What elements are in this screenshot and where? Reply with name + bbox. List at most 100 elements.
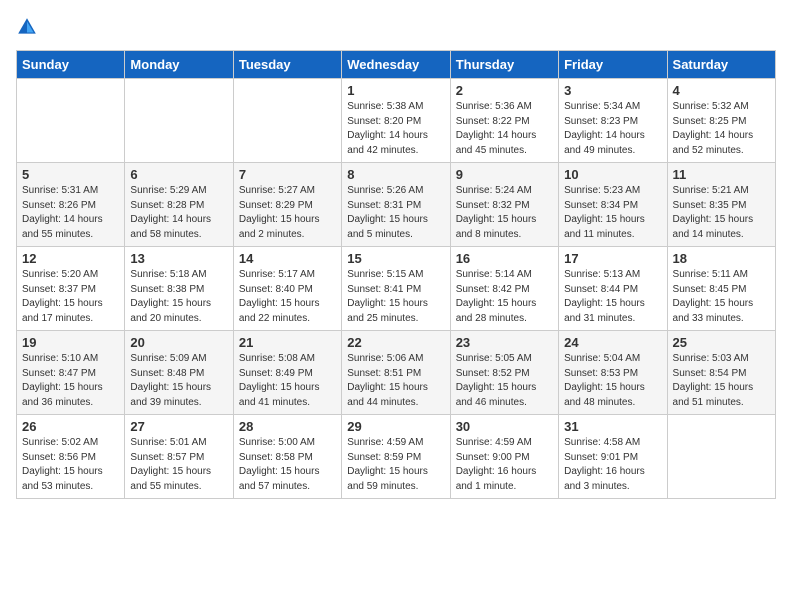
day-number: 29 (347, 419, 444, 434)
cell-info: Sunrise: 5:31 AM Sunset: 8:26 PM Dayligh… (22, 184, 119, 242)
cell-info: Sunrise: 5:08 AM Sunset: 8:49 PM Dayligh… (239, 352, 336, 410)
cell-info: Sunrise: 5:09 AM Sunset: 8:48 PM Dayligh… (130, 352, 227, 410)
col-header-wednesday: Wednesday (342, 51, 450, 79)
calendar-cell: 10Sunrise: 5:23 AM Sunset: 8:34 PM Dayli… (559, 163, 667, 247)
calendar-cell: 26 Sunrise: 5:02 AM Sunset: 8:56 PM Dayli… (17, 415, 125, 499)
cell-info: Sunrise: 5:11 AM Sunset: 8:45 PM Dayligh… (673, 268, 770, 326)
calendar-cell: 13 Sunrise: 5:18 AM Sunset: 8:38 PM Dayli… (125, 247, 233, 331)
day-number: 21 (239, 335, 336, 350)
cell-info: Sunrise: 5:38 AM Sunset: 8:20 PM Dayligh… (347, 100, 444, 158)
cell-info: Sunrise: 5:29 AM Sunset: 8:28 PM Dayligh… (130, 184, 227, 242)
calendar-week-2: 5 Sunrise: 5:31 AM Sunset: 8:26 PM Daylig… (17, 163, 776, 247)
calendar-cell (667, 415, 775, 499)
day-number: 22 (347, 335, 444, 350)
calendar-cell: 27 Sunrise: 5:01 AM Sunset: 8:57 PM Dayli… (125, 415, 233, 499)
calendar-cell: 23 Sunrise: 5:05 AM Sunset: 8:52 PM Dayli… (450, 331, 558, 415)
cell-info: Sunrise: 5:23 AM Sunset: 8:34 PM Dayligh… (564, 184, 661, 242)
col-header-thursday: Thursday (450, 51, 558, 79)
cell-info: Sunrise: 5:03 AM Sunset: 8:54 PM Dayligh… (673, 352, 770, 410)
calendar-cell: 20 Sunrise: 5:09 AM Sunset: 8:48 PM Dayli… (125, 331, 233, 415)
calendar-cell (125, 79, 233, 163)
cell-info: Sunrise: 5:10 AM Sunset: 8:47 PM Dayligh… (22, 352, 119, 410)
calendar-cell: 14 Sunrise: 5:17 AM Sunset: 8:40 PM Dayli… (233, 247, 341, 331)
cell-info: Sunrise: 5:17 AM Sunset: 8:40 PM Dayligh… (239, 268, 336, 326)
day-number: 30 (456, 419, 553, 434)
day-number: 16 (456, 251, 553, 266)
cell-info: Sunrise: 5:13 AM Sunset: 8:44 PM Dayligh… (564, 268, 661, 326)
cell-info: Sunrise: 5:21 AM Sunset: 8:35 PM Dayligh… (673, 184, 770, 242)
day-number: 27 (130, 419, 227, 434)
calendar-cell: 12 Sunrise: 5:20 AM Sunset: 8:37 PM Dayli… (17, 247, 125, 331)
day-number: 7 (239, 167, 336, 182)
day-number: 6 (130, 167, 227, 182)
cell-info: Sunrise: 5:05 AM Sunset: 8:52 PM Dayligh… (456, 352, 553, 410)
calendar-cell: 22 Sunrise: 5:06 AM Sunset: 8:51 PM Dayli… (342, 331, 450, 415)
cell-info: Sunrise: 5:20 AM Sunset: 8:37 PM Dayligh… (22, 268, 119, 326)
calendar-cell: 6 Sunrise: 5:29 AM Sunset: 8:28 PM Daylig… (125, 163, 233, 247)
day-number: 19 (22, 335, 119, 350)
calendar-cell: 7Sunrise: 5:27 AM Sunset: 8:29 PM Daylig… (233, 163, 341, 247)
cell-info: Sunrise: 5:32 AM Sunset: 8:25 PM Dayligh… (673, 100, 770, 158)
day-number: 26 (22, 419, 119, 434)
calendar-cell: 29 Sunrise: 4:59 AM Sunset: 8:59 PM Dayli… (342, 415, 450, 499)
col-header-saturday: Saturday (667, 51, 775, 79)
day-number: 23 (456, 335, 553, 350)
cell-info: Sunrise: 5:15 AM Sunset: 8:41 PM Dayligh… (347, 268, 444, 326)
day-number: 13 (130, 251, 227, 266)
calendar-week-4: 19 Sunrise: 5:10 AM Sunset: 8:47 PM Dayli… (17, 331, 776, 415)
cell-info: Sunrise: 4:58 AM Sunset: 9:01 PM Dayligh… (564, 436, 661, 494)
day-number: 28 (239, 419, 336, 434)
day-number: 8 (347, 167, 444, 182)
cell-info: Sunrise: 5:06 AM Sunset: 8:51 PM Dayligh… (347, 352, 444, 410)
calendar-cell: 18 Sunrise: 5:11 AM Sunset: 8:45 PM Dayli… (667, 247, 775, 331)
cell-info: Sunrise: 4:59 AM Sunset: 8:59 PM Dayligh… (347, 436, 444, 494)
calendar-week-1: 1 Sunrise: 5:38 AM Sunset: 8:20 PM Daylig… (17, 79, 776, 163)
col-header-friday: Friday (559, 51, 667, 79)
cell-info: Sunrise: 5:26 AM Sunset: 8:31 PM Dayligh… (347, 184, 444, 242)
day-number: 15 (347, 251, 444, 266)
day-number: 17 (564, 251, 661, 266)
calendar-cell: 19 Sunrise: 5:10 AM Sunset: 8:47 PM Dayli… (17, 331, 125, 415)
col-header-tuesday: Tuesday (233, 51, 341, 79)
calendar-cell: 17 Sunrise: 5:13 AM Sunset: 8:44 PM Dayli… (559, 247, 667, 331)
calendar-cell: 15 Sunrise: 5:15 AM Sunset: 8:41 PM Dayli… (342, 247, 450, 331)
calendar-cell: 24Sunrise: 5:04 AM Sunset: 8:53 PM Dayli… (559, 331, 667, 415)
cell-info: Sunrise: 5:18 AM Sunset: 8:38 PM Dayligh… (130, 268, 227, 326)
col-header-monday: Monday (125, 51, 233, 79)
logo-icon (16, 16, 38, 38)
day-number: 25 (673, 335, 770, 350)
day-number: 18 (673, 251, 770, 266)
day-number: 5 (22, 167, 119, 182)
calendar-cell: 16 Sunrise: 5:14 AM Sunset: 8:42 PM Dayli… (450, 247, 558, 331)
calendar-cell: 25 Sunrise: 5:03 AM Sunset: 8:54 PM Dayli… (667, 331, 775, 415)
calendar-cell: 11 Sunrise: 5:21 AM Sunset: 8:35 PM Dayli… (667, 163, 775, 247)
day-number: 12 (22, 251, 119, 266)
cell-info: Sunrise: 5:01 AM Sunset: 8:57 PM Dayligh… (130, 436, 227, 494)
day-number: 20 (130, 335, 227, 350)
logo (16, 16, 42, 38)
cell-info: Sunrise: 5:24 AM Sunset: 8:32 PM Dayligh… (456, 184, 553, 242)
calendar-cell (17, 79, 125, 163)
cell-info: Sunrise: 5:36 AM Sunset: 8:22 PM Dayligh… (456, 100, 553, 158)
calendar-cell: 8 Sunrise: 5:26 AM Sunset: 8:31 PM Daylig… (342, 163, 450, 247)
day-number: 2 (456, 83, 553, 98)
day-number: 11 (673, 167, 770, 182)
cell-info: Sunrise: 5:34 AM Sunset: 8:23 PM Dayligh… (564, 100, 661, 158)
cell-info: Sunrise: 5:02 AM Sunset: 8:56 PM Dayligh… (22, 436, 119, 494)
day-number: 3 (564, 83, 661, 98)
calendar-cell: 2 Sunrise: 5:36 AM Sunset: 8:22 PM Daylig… (450, 79, 558, 163)
cell-info: Sunrise: 5:14 AM Sunset: 8:42 PM Dayligh… (456, 268, 553, 326)
calendar-table: SundayMondayTuesdayWednesdayThursdayFrid… (16, 50, 776, 499)
calendar-cell: 9Sunrise: 5:24 AM Sunset: 8:32 PM Daylig… (450, 163, 558, 247)
cell-info: Sunrise: 5:04 AM Sunset: 8:53 PM Dayligh… (564, 352, 661, 410)
page-header (16, 16, 776, 38)
calendar-cell (233, 79, 341, 163)
cell-info: Sunrise: 5:00 AM Sunset: 8:58 PM Dayligh… (239, 436, 336, 494)
calendar-cell: 21 Sunrise: 5:08 AM Sunset: 8:49 PM Dayli… (233, 331, 341, 415)
day-number: 14 (239, 251, 336, 266)
day-number: 4 (673, 83, 770, 98)
col-header-sunday: Sunday (17, 51, 125, 79)
calendar-cell: 1 Sunrise: 5:38 AM Sunset: 8:20 PM Daylig… (342, 79, 450, 163)
calendar-cell: 3 Sunrise: 5:34 AM Sunset: 8:23 PM Daylig… (559, 79, 667, 163)
day-number: 1 (347, 83, 444, 98)
